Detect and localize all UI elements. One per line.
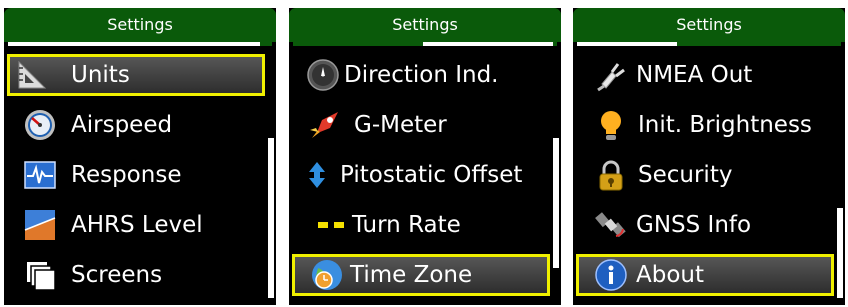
info-icon xyxy=(595,259,627,291)
menu-item-time-zone[interactable]: Time Zone xyxy=(292,254,550,296)
vertical-scrollbar[interactable] xyxy=(553,138,559,268)
horizontal-scroll-track xyxy=(577,42,841,46)
menu-item-screens[interactable]: Screens xyxy=(7,254,265,296)
menu-item-label: NMEA Out xyxy=(636,62,753,88)
settings-panel-3: Settings NMEA Out Init. Brightness Secur… xyxy=(573,8,845,305)
menu-item-security[interactable]: Security xyxy=(576,154,834,196)
menu-item-ahrs-level[interactable]: AHRS Level xyxy=(7,204,265,246)
menu-item-turn-rate[interactable]: Turn Rate xyxy=(292,204,550,246)
turn-rate-icon xyxy=(318,222,344,228)
menu-item-label: G-Meter xyxy=(354,112,447,138)
horizontal-scroll-track xyxy=(293,42,557,46)
set-square-icon xyxy=(18,60,47,89)
menu-item-label: Init. Brightness xyxy=(638,112,812,138)
vertical-scrollbar[interactable] xyxy=(268,138,274,298)
settings-panel-2: Settings Direction Ind. G-Meter Pitostat… xyxy=(289,8,561,305)
rocket-icon xyxy=(310,112,338,138)
menu-item-label: Screens xyxy=(71,262,163,288)
menu-item-about[interactable]: About xyxy=(576,254,834,296)
menu-item-label: Security xyxy=(638,162,733,188)
settings-panel-1: Settings Units Airspeed Response AHRS Le… xyxy=(4,8,276,305)
panel-title: Settings xyxy=(4,8,276,42)
menu-item-airspeed[interactable]: Airspeed xyxy=(7,104,265,146)
screens-icon xyxy=(27,262,56,291)
horizontal-scroll-thumb[interactable] xyxy=(8,42,260,46)
plug-icon xyxy=(597,63,625,92)
panel-title: Settings xyxy=(289,8,561,42)
menu-item-label: Response xyxy=(71,162,182,188)
menu-item-label: Pitostatic Offset xyxy=(340,162,523,188)
globe-clock-icon xyxy=(312,260,342,290)
response-graph-icon xyxy=(24,161,56,189)
menu-item-label: GNSS Info xyxy=(636,212,752,238)
panel-title: Settings xyxy=(573,8,845,42)
menu-item-label: Time Zone xyxy=(350,262,473,288)
menu-item-label: Airspeed xyxy=(71,112,173,138)
menu-item-gnss-info[interactable]: GNSS Info xyxy=(576,204,834,246)
airspeed-gauge-icon xyxy=(25,110,55,140)
menu-item-nmea-out[interactable]: NMEA Out xyxy=(576,54,834,96)
menu-item-label: Direction Ind. xyxy=(344,62,499,88)
menu-item-label: Units xyxy=(71,62,130,88)
up-down-arrow-icon xyxy=(309,162,325,188)
light-bulb-icon xyxy=(601,111,621,140)
menu-item-pitostatic-offset[interactable]: Pitostatic Offset xyxy=(292,154,550,196)
menu-item-response[interactable]: Response xyxy=(7,154,265,196)
vertical-scrollbar[interactable] xyxy=(837,208,843,298)
menu-item-label: Turn Rate xyxy=(352,212,461,238)
menu-item-units[interactable]: Units xyxy=(7,54,265,96)
horizontal-scroll-track xyxy=(8,42,272,46)
menu-item-label: AHRS Level xyxy=(71,212,203,238)
satellite-icon xyxy=(595,212,626,238)
padlock-icon xyxy=(599,160,623,191)
compass-icon xyxy=(307,59,339,91)
menu-item-g-meter[interactable]: G-Meter xyxy=(292,104,550,146)
menu-item-init-brightness[interactable]: Init. Brightness xyxy=(576,104,834,146)
horizontal-scroll-thumb[interactable] xyxy=(577,42,677,46)
menu-item-direction-ind[interactable]: Direction Ind. xyxy=(292,54,550,96)
horizontal-scroll-thumb[interactable] xyxy=(423,42,553,46)
ahrs-horizon-icon xyxy=(24,210,56,240)
menu-item-label: About xyxy=(636,262,705,288)
